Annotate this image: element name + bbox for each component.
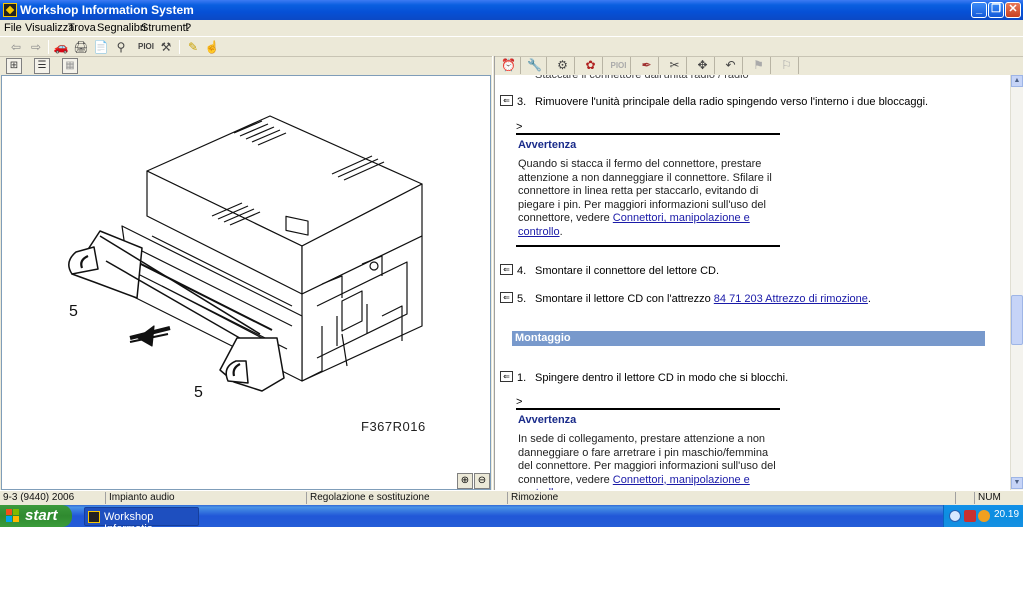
menu-bar: File Visualizza Trova Segnalibri Strumen… xyxy=(0,20,1023,36)
step-number: 1. xyxy=(517,372,527,384)
clipped-previous-step: Staccare il connettore dall'unità radio … xyxy=(535,75,749,81)
taskbar-item-label: Workshop Informatio... xyxy=(104,511,163,535)
toolbar-separator xyxy=(179,40,180,54)
document-icon[interactable]: 📄 xyxy=(93,39,109,55)
step-number: 3. xyxy=(517,96,527,108)
hand-icon[interactable]: ☝ xyxy=(204,39,220,55)
back-arrow-icon[interactable]: ⇦ xyxy=(8,39,24,55)
maximize-button[interactable]: ❐ xyxy=(988,2,1004,18)
warning-box-1: > Avvertenza Quando si stacca il fermo d… xyxy=(516,121,780,249)
status-num: NUM xyxy=(978,492,1001,503)
warning-box-2: > Avvertenza In sede di collegamento, pr… xyxy=(516,396,780,490)
title-bar: Workshop Information System _ ❐ ✕ xyxy=(0,0,1023,20)
tweezers-icon[interactable]: ✂ xyxy=(663,57,687,74)
scroll-thumb[interactable] xyxy=(1011,295,1023,345)
app-icon xyxy=(3,3,17,17)
warning-rule xyxy=(516,245,780,247)
image-view-icon[interactable]: ▦ xyxy=(62,58,78,74)
taskbar-item-workshop[interactable]: Workshop Informatio... xyxy=(84,507,199,535)
menu-trova[interactable]: Trova xyxy=(68,22,96,34)
step-icon[interactable]: ⇐ xyxy=(500,95,513,106)
callout-right: 5 xyxy=(194,384,203,401)
document-pane: Staccare il connettore dall'unità radio … xyxy=(495,75,1011,490)
status-step: Rimozione xyxy=(511,492,559,503)
warning-marker: > xyxy=(516,121,523,133)
component-icon[interactable]: ✿ xyxy=(579,57,603,74)
windows-flag-icon xyxy=(6,509,20,523)
status-operation: Regolazione e sostituzione xyxy=(310,492,430,503)
start-label: start xyxy=(25,507,58,524)
vertical-scrollbar[interactable]: ▲ ▼ xyxy=(1010,75,1023,490)
scroll-up-icon[interactable]: ▲ xyxy=(1011,75,1023,87)
pi-icon[interactable]: PIOI xyxy=(137,39,155,55)
flag-icon[interactable]: ⚑ xyxy=(747,57,771,74)
figure-caption: F367R016 xyxy=(361,419,426,434)
zoom-out-icon[interactable]: ⊖ xyxy=(474,473,490,489)
step-text: Smontare il lettore CD con l'attrezzo 84… xyxy=(535,293,871,305)
removal-tool-link[interactable]: 84 71 203 Attrezzo di rimozione xyxy=(714,293,868,305)
tree-view-icon[interactable]: ⊞ xyxy=(6,58,22,74)
step-text: Rimuovere l'unità principale della radio… xyxy=(535,96,929,108)
minimize-button[interactable]: _ xyxy=(971,2,987,18)
zoom-in-icon[interactable]: ⊕ xyxy=(457,473,473,489)
pi-icon[interactable]: PIOI xyxy=(607,57,631,74)
gears-icon[interactable]: ⚙ xyxy=(551,57,575,74)
warning-title: Avvertenza xyxy=(518,414,577,426)
warning-marker: > xyxy=(516,396,523,408)
toolbar-separator xyxy=(48,40,49,54)
wrench-icon[interactable]: 🔧 xyxy=(523,57,547,74)
flag2-icon[interactable]: ⚐ xyxy=(775,57,799,74)
menu-file[interactable]: File xyxy=(4,22,22,34)
step-number: 5. xyxy=(517,293,527,305)
document-toolbar: ⏰ 🔧 ⚙ ✿ PIOI ✒ ✂ ✥ ↶ ⚑ ⚐ xyxy=(495,56,1023,74)
figure-toolbar: ⊞ ☰ ▦ xyxy=(0,56,492,74)
printer-icon[interactable]: 🖨 xyxy=(73,39,89,55)
warning-title: Avvertenza xyxy=(518,139,577,151)
application-window: Workshop Information System _ ❐ ✕ File V… xyxy=(0,0,1023,535)
warning-rule xyxy=(516,133,780,135)
step-icon[interactable]: ⇐ xyxy=(500,292,513,303)
taskbar: start Workshop Informatio... 20.19 xyxy=(0,505,1023,535)
menu-help[interactable]: ? xyxy=(185,22,191,34)
main-toolbar: ⇦ ⇨ 🚗 🖨 📄 ⚲ PIOI ⚒ ✎ ☝ xyxy=(0,36,1023,56)
clock: 20.19 xyxy=(994,509,1020,520)
start-button[interactable]: start xyxy=(0,505,72,527)
step-number: 4. xyxy=(517,265,527,277)
binoculars-icon[interactable]: ⚲ xyxy=(113,39,129,55)
figure-pane: 5 5 F367R016 ⊕ ⊖ xyxy=(1,75,491,490)
menu-strumenti[interactable]: Strumenti xyxy=(141,22,188,34)
menu-visualizza[interactable]: Visualizza xyxy=(25,22,74,34)
window-title: Workshop Information System xyxy=(20,3,194,17)
section-header-montaggio: Montaggio xyxy=(512,331,985,346)
step-icon[interactable]: ⇐ xyxy=(500,371,513,382)
clock-icon[interactable]: ⏰ xyxy=(497,57,521,74)
tools-icon[interactable]: ⚒ xyxy=(158,39,174,55)
step-text: Smontare il connettore del lettore CD. xyxy=(535,265,720,277)
menu-segnalibri[interactable]: Segnalibri xyxy=(97,22,146,34)
move-icon[interactable]: ✥ xyxy=(691,57,715,74)
undo-icon[interactable]: ↶ xyxy=(719,57,743,74)
list-view-icon[interactable]: ☰ xyxy=(34,58,50,74)
warning-rule xyxy=(516,408,780,410)
scroll-down-icon[interactable]: ▼ xyxy=(1011,477,1023,489)
warning-body: In sede di collegamento, prestare attenz… xyxy=(518,433,776,490)
update-icon[interactable] xyxy=(978,510,990,522)
acrobat-icon[interactable] xyxy=(964,510,976,522)
callout-left: 5 xyxy=(69,303,78,320)
system-tray: 20.19 xyxy=(943,505,1023,527)
tool-icon[interactable]: ✒ xyxy=(635,57,659,74)
warning-body: Quando si stacca il fermo del connettore… xyxy=(518,158,772,238)
status-system: Impianto audio xyxy=(109,492,175,503)
network-icon[interactable] xyxy=(949,510,961,522)
status-bar: 9-3 (9440) 2006 Impianto audio Regolazio… xyxy=(0,490,1023,504)
forward-arrow-icon[interactable]: ⇨ xyxy=(28,39,44,55)
app-icon xyxy=(88,511,100,523)
close-button[interactable]: ✕ xyxy=(1005,2,1021,18)
step-text: Spingere dentro il lettore CD in modo ch… xyxy=(535,372,789,384)
status-model: 9-3 (9440) 2006 xyxy=(3,492,75,503)
step-icon[interactable]: ⇐ xyxy=(500,264,513,275)
pencil-icon[interactable]: ✎ xyxy=(185,39,201,55)
car-icon[interactable]: 🚗 xyxy=(53,39,69,55)
